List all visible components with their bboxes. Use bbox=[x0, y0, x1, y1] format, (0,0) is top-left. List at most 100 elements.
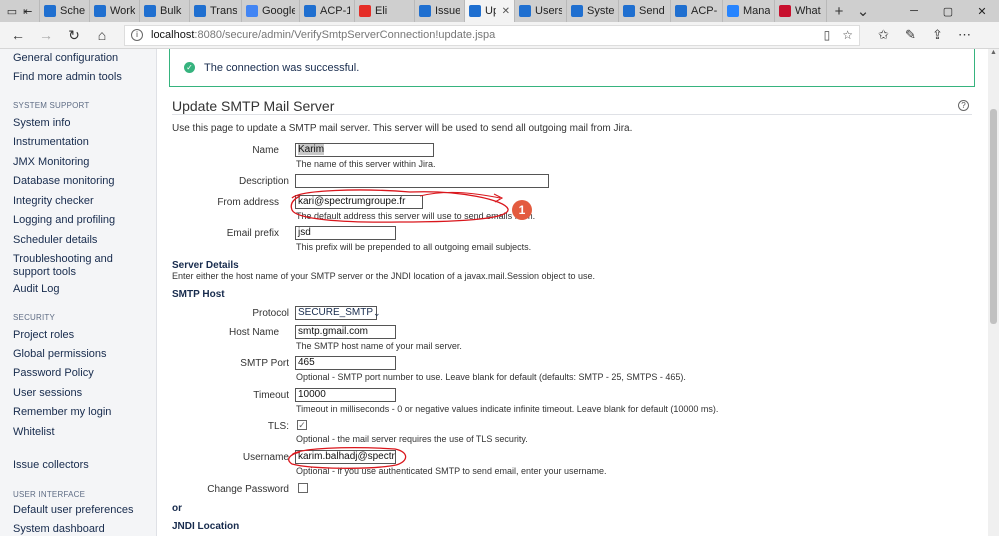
from-address-input[interactable]: kari@spectrumgroupe.fr bbox=[295, 195, 423, 209]
name-value: Karim bbox=[298, 144, 325, 155]
more-menu-icon[interactable]: ⋯ bbox=[951, 27, 978, 43]
sidebar-item-audit-log[interactable]: Audit Log bbox=[13, 283, 148, 296]
sidebar-heading-system-support: SYSTEM SUPPORT bbox=[13, 101, 90, 110]
browser-tab[interactable]: Transiti bbox=[190, 0, 242, 22]
name-label: Name bbox=[252, 145, 279, 156]
sidebar-heading-security: SECURITY bbox=[13, 313, 56, 322]
close-window-button[interactable]: ✕ bbox=[965, 0, 999, 22]
tab-title: Bulk O bbox=[160, 5, 185, 17]
tab-favicon-icon bbox=[194, 5, 206, 17]
change-password-checkbox[interactable] bbox=[298, 483, 308, 493]
admin-sidebar: General configuration Find more admin to… bbox=[0, 49, 157, 536]
browser-tab[interactable]: ACP-1C bbox=[300, 0, 355, 22]
minimize-button[interactable]: ─ bbox=[897, 0, 931, 22]
pen-icon[interactable]: ✎ bbox=[897, 27, 924, 43]
sidebar-item-troubleshooting[interactable]: Troubleshooting and support tools bbox=[13, 253, 148, 279]
page-scrollbar[interactable]: ▲ bbox=[988, 49, 999, 536]
maximize-button[interactable]: ▢ bbox=[931, 0, 965, 22]
sidebar-item-issue-collectors[interactable]: Issue collectors bbox=[13, 459, 148, 472]
tab-title: Send e bbox=[639, 5, 666, 17]
sidebar-item-whitelist[interactable]: Whitelist bbox=[13, 426, 148, 439]
tab-title: What is bbox=[795, 5, 822, 17]
smtp-port-description: Optional - SMTP port number to use. Leav… bbox=[296, 372, 686, 382]
sidebar-item-global-permissions[interactable]: Global permissions bbox=[13, 348, 148, 361]
tab-favicon-icon bbox=[571, 5, 583, 17]
browser-tab[interactable]: Google bbox=[242, 0, 300, 22]
reading-view-icon[interactable]: ▯ bbox=[824, 28, 831, 42]
timeout-description: Timeout in milliseconds - 0 or negative … bbox=[296, 404, 719, 414]
server-details-heading: Server Details bbox=[172, 260, 239, 271]
refresh-button[interactable]: ↻ bbox=[60, 27, 88, 44]
scrollbar-thumb[interactable] bbox=[990, 109, 997, 324]
sidebar-item-scheduler-details[interactable]: Scheduler details bbox=[13, 234, 148, 247]
tab-favicon-icon bbox=[359, 5, 371, 17]
favorite-star-icon[interactable]: ☆ bbox=[842, 28, 853, 42]
browser-tab[interactable]: ACP-1C bbox=[671, 0, 723, 22]
plus-icon: + bbox=[834, 2, 844, 20]
smtp-port-input[interactable]: 465 bbox=[295, 356, 396, 370]
username-input[interactable]: karim.balhadj@spectrum bbox=[295, 450, 396, 464]
browser-tab[interactable]: Send e bbox=[619, 0, 671, 22]
info-icon[interactable]: i bbox=[131, 29, 143, 41]
browser-tab[interactable]: Up ✕ bbox=[465, 0, 515, 22]
sidebar-item-user-sessions[interactable]: User sessions bbox=[13, 387, 148, 400]
share-icon[interactable]: ⇪ bbox=[924, 27, 951, 43]
server-details-description: Enter either the host name of your SMTP … bbox=[172, 271, 596, 281]
tab-list-button[interactable]: ⌄ bbox=[851, 0, 875, 22]
home-button[interactable]: ⌂ bbox=[88, 27, 116, 43]
host-name-input[interactable]: smtp.gmail.com bbox=[295, 325, 396, 339]
email-prefix-input[interactable]: jsd bbox=[295, 226, 396, 240]
browser-tab[interactable]: What is bbox=[775, 0, 827, 22]
tab-favicon-icon bbox=[246, 5, 258, 17]
title-divider bbox=[172, 114, 972, 115]
from-address-description: The default address this server will use… bbox=[296, 211, 536, 221]
address-bar[interactable]: i localhost:8080/secure/admin/VerifySmtp… bbox=[124, 24, 860, 46]
back-button[interactable]: ← bbox=[4, 27, 32, 43]
sidebar-item-project-roles[interactable]: Project roles bbox=[13, 329, 148, 342]
back-tab-icon: ⇤ bbox=[23, 5, 33, 18]
browser-tab[interactable]: Users a bbox=[515, 0, 567, 22]
browser-tab[interactable]: Issue N bbox=[415, 0, 465, 22]
browser-tab[interactable]: Workfl bbox=[90, 0, 140, 22]
forward-button[interactable]: → bbox=[32, 27, 60, 43]
browser-tab[interactable]: Manag bbox=[723, 0, 775, 22]
address-toolbar: ← → ↻ ⌂ i localhost:8080/secure/admin/Ve… bbox=[0, 22, 999, 49]
sidebar-item-remember-my-login[interactable]: Remember my login bbox=[13, 406, 148, 419]
sidebar-item-password-policy[interactable]: Password Policy bbox=[13, 367, 148, 380]
new-tab-button[interactable]: + bbox=[827, 0, 851, 22]
sidebar-item-integrity-checker[interactable]: Integrity checker bbox=[13, 195, 148, 208]
tab-title: Workfl bbox=[110, 5, 135, 17]
browser-tab[interactable]: Bulk O bbox=[140, 0, 190, 22]
help-icon[interactable]: ? bbox=[958, 100, 969, 111]
browser-tab[interactable]: Eli bbox=[355, 0, 415, 22]
host-name-label: Host Name bbox=[228, 327, 279, 338]
tab-actions-icon: ▭ bbox=[6, 5, 18, 18]
sidebar-item-system-dashboard[interactable]: System dashboard bbox=[13, 523, 148, 536]
browser-tab[interactable]: System bbox=[567, 0, 619, 22]
timeout-input[interactable]: 10000 bbox=[295, 388, 396, 402]
sidebar-item-logging-and-profiling[interactable]: Logging and profiling bbox=[13, 214, 148, 227]
tls-description: Optional - the mail server requires the … bbox=[296, 434, 528, 444]
tls-checkbox[interactable]: ✓ bbox=[297, 420, 307, 430]
tab-favicon-icon bbox=[144, 5, 156, 17]
tab-title: Sched bbox=[60, 5, 85, 17]
close-tab-icon[interactable]: ✕ bbox=[502, 6, 510, 17]
sidebar-item-general-configuration[interactable]: General configuration bbox=[13, 52, 148, 65]
tab-favicon-icon bbox=[94, 5, 106, 17]
protocol-select[interactable]: SECURE_SMTP ⌄ bbox=[295, 306, 381, 320]
description-input[interactable] bbox=[295, 174, 549, 188]
tab-actions-button[interactable]: ▭ ⇤ bbox=[0, 0, 40, 22]
tab-favicon-icon bbox=[623, 5, 635, 17]
sidebar-item-find-more-admin-tools[interactable]: Find more admin tools bbox=[13, 71, 148, 84]
sidebar-item-system-info[interactable]: System info bbox=[13, 117, 148, 130]
sidebar-item-instrumentation[interactable]: Instrumentation bbox=[13, 136, 148, 149]
sidebar-item-jmx-monitoring[interactable]: JMX Monitoring bbox=[13, 156, 148, 169]
scroll-up-icon[interactable]: ▲ bbox=[988, 49, 999, 60]
name-input[interactable]: Karim bbox=[295, 143, 434, 157]
jndi-location-heading: JNDI Location bbox=[172, 521, 240, 532]
sidebar-item-database-monitoring[interactable]: Database monitoring bbox=[13, 175, 148, 188]
browser-tab[interactable]: Sched bbox=[40, 0, 90, 22]
favorites-hub-icon[interactable]: ✩ bbox=[870, 27, 897, 43]
sidebar-item-default-user-preferences[interactable]: Default user preferences bbox=[13, 504, 148, 517]
main-content: ✓ The connection was successful. Update … bbox=[158, 49, 988, 536]
